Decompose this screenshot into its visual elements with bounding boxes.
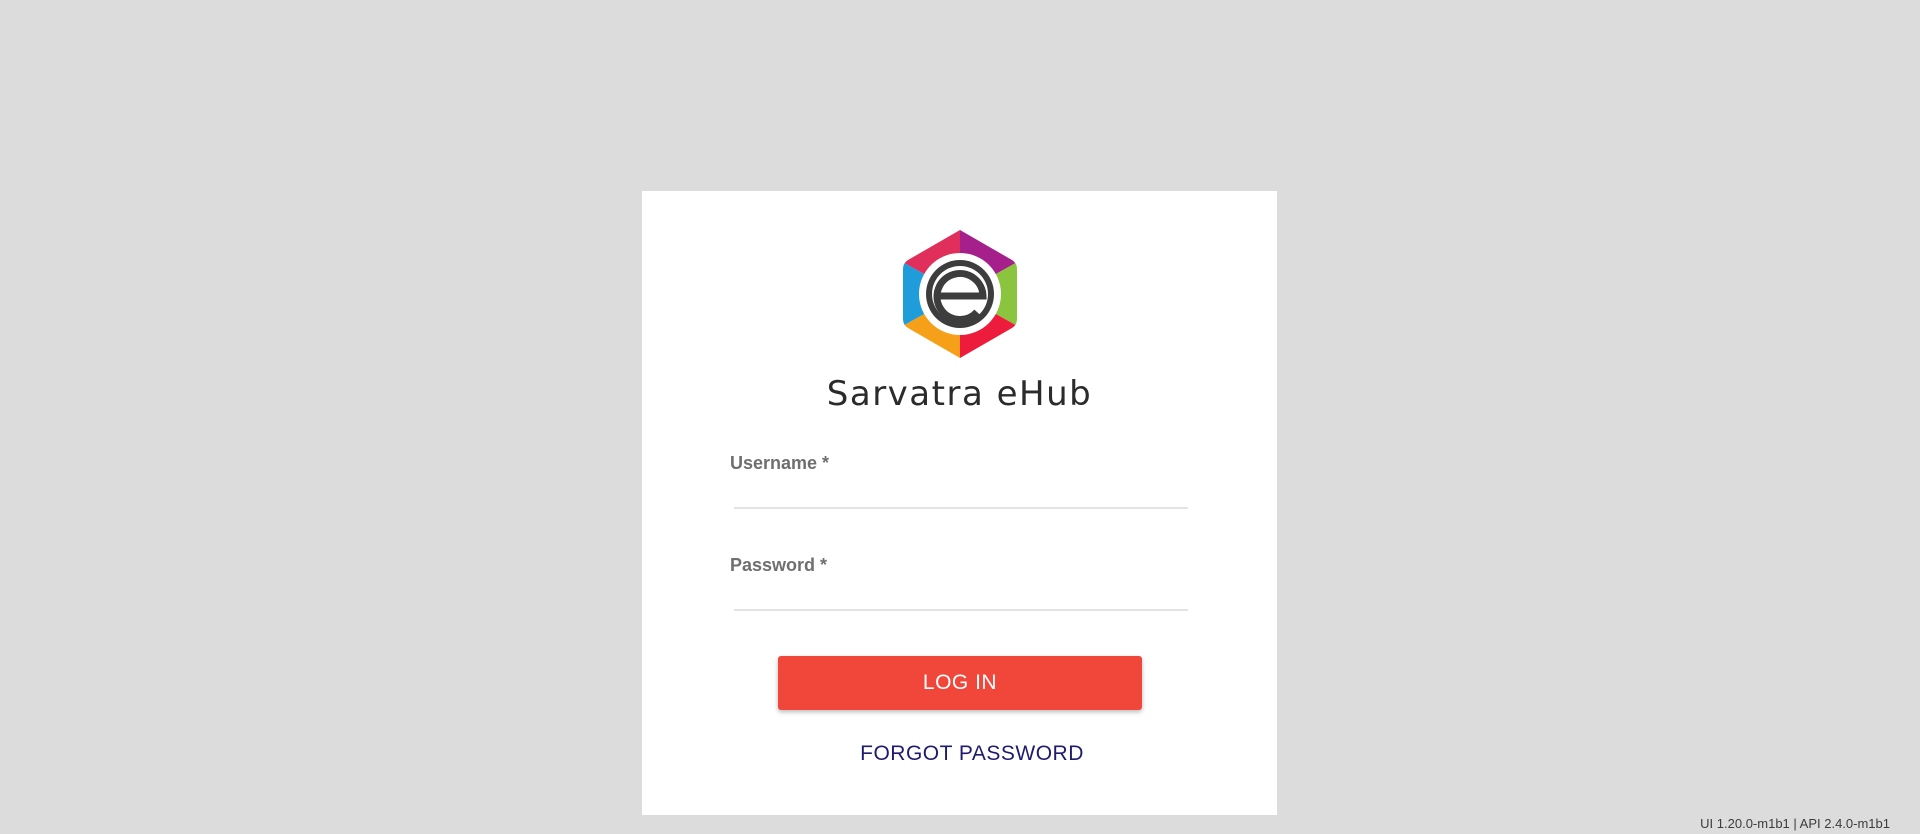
username-field[interactable]: Username * xyxy=(728,453,1188,509)
version-info: UI 1.20.0-m1b1 | API 2.4.0-m1b1 xyxy=(1700,816,1890,831)
username-input[interactable] xyxy=(734,475,1188,505)
username-label: Username * xyxy=(730,453,830,473)
app-name: Sarvatra eHub xyxy=(826,374,1093,414)
password-underline xyxy=(734,609,1188,611)
password-label: Password * xyxy=(730,555,828,575)
password-input[interactable] xyxy=(734,577,1188,607)
username-underline xyxy=(734,507,1188,509)
login-button[interactable]: LOG IN xyxy=(778,656,1142,710)
password-field[interactable]: Password * xyxy=(728,555,1188,611)
login-card: Sarvatra eHub Username * Password * LOG … xyxy=(642,191,1277,815)
forgot-password-link[interactable]: FORGOT PASSWORD xyxy=(642,742,1302,766)
ehub-logo-icon xyxy=(903,230,1017,358)
login-page: Sarvatra eHub Username * Password * LOG … xyxy=(0,0,1920,834)
